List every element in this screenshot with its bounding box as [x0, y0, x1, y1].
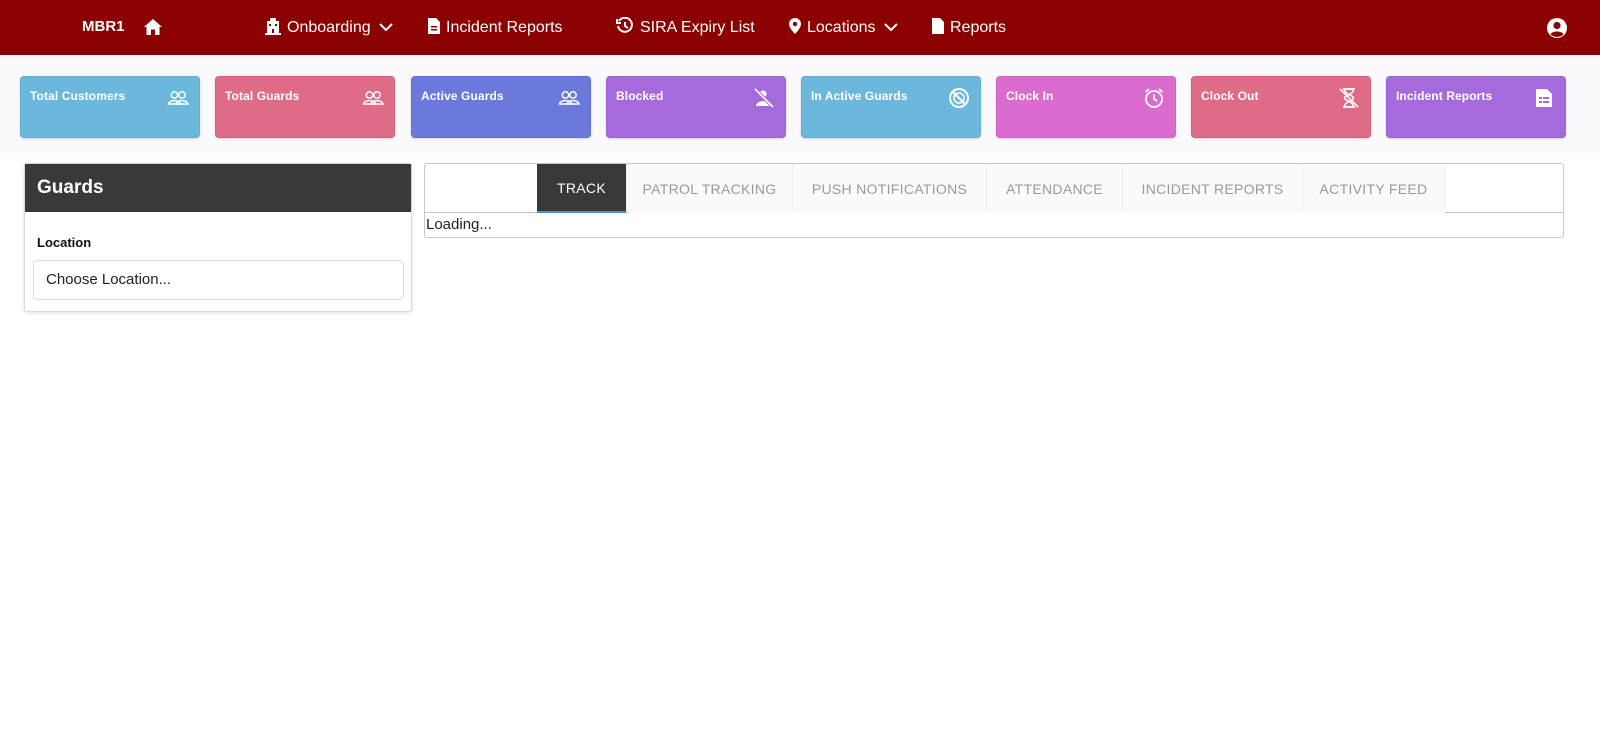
building-icon [265, 17, 287, 40]
card-label: In Active Guards [811, 89, 908, 103]
tab-incident-reports[interactable]: INCIDENT REPORTS [1123, 164, 1303, 213]
nav-reports[interactable]: Reports [932, 16, 1006, 40]
card-label: Blocked [616, 89, 664, 103]
tabs-row: TRACK PATROL TRACKING PUSH NOTIFICATIONS… [425, 164, 1563, 213]
card-blocked[interactable]: Blocked [606, 76, 786, 138]
map-pin-icon [789, 17, 807, 39]
card-total-guards[interactable]: Total Guards [215, 76, 395, 138]
card-label: Incident Reports [1396, 89, 1493, 103]
tab-push-notifications[interactable]: PUSH NOTIFICATIONS [793, 164, 987, 213]
loading-text: Loading... [426, 216, 492, 233]
nav-incident-reports-label: Incident Reports [446, 19, 563, 36]
card-clock-in[interactable]: Clock In [996, 76, 1176, 138]
user-blocked-icon [753, 87, 775, 109]
card-active-guards[interactable]: Active Guards [411, 76, 591, 138]
nav-sira-expiry-label: SIRA Expiry List [640, 19, 755, 36]
card-label: Clock In [1006, 89, 1054, 103]
guards-panel: Guards Location Choose Location... [24, 163, 412, 312]
card-inactive-guards[interactable]: In Active Guards [801, 76, 981, 138]
users-icon [558, 87, 580, 109]
tab-patrol-tracking[interactable]: PATROL TRACKING [627, 164, 793, 213]
hourglass-icon [1338, 87, 1360, 109]
user-account-icon[interactable] [1546, 17, 1568, 39]
location-label: Location [37, 235, 92, 250]
tab-activity-feed[interactable]: ACTIVITY FEED [1303, 164, 1445, 213]
nav-locations-label: Locations [807, 19, 876, 36]
document-icon [428, 17, 446, 39]
nav-reports-label: Reports [950, 19, 1007, 36]
tab-track[interactable]: TRACK [537, 164, 627, 213]
users-icon [167, 87, 189, 109]
card-total-customers[interactable]: Total Customers [20, 76, 200, 138]
card-clock-out[interactable]: Clock Out [1191, 76, 1371, 138]
nav-sira-expiry-list[interactable]: SIRA Expiry List [616, 16, 755, 40]
users-icon [362, 87, 384, 109]
location-select[interactable]: Choose Location... [33, 260, 404, 300]
chevron-down-icon [883, 19, 904, 37]
nav-incident-reports[interactable]: Incident Reports [428, 16, 563, 40]
home-icon[interactable] [143, 18, 163, 36]
file-icon [932, 17, 950, 39]
chevron-down-icon [378, 19, 399, 37]
card-label: Active Guards [421, 89, 504, 103]
top-navbar: MBR1 Onboarding Incident Reports SIRA Ex… [0, 0, 1600, 55]
ban-icon [948, 87, 970, 109]
alarm-clock-icon [1143, 87, 1165, 109]
tracking-tabs-panel: TRACK PATROL TRACKING PUSH NOTIFICATIONS… [424, 163, 1564, 238]
card-label: Total Customers [30, 89, 126, 103]
report-icon [1533, 87, 1555, 109]
tab-attendance[interactable]: ATTENDANCE [987, 164, 1123, 213]
brand-name[interactable]: MBR1 [82, 18, 125, 35]
card-label: Total Guards [225, 89, 300, 103]
guards-panel-title: Guards [25, 164, 411, 212]
card-incident-reports[interactable]: Incident Reports [1386, 76, 1566, 138]
nav-onboarding[interactable]: Onboarding [265, 16, 399, 40]
history-icon [616, 16, 640, 40]
nav-locations[interactable]: Locations [789, 16, 904, 40]
card-label: Clock Out [1201, 89, 1259, 103]
nav-onboarding-label: Onboarding [287, 19, 371, 36]
